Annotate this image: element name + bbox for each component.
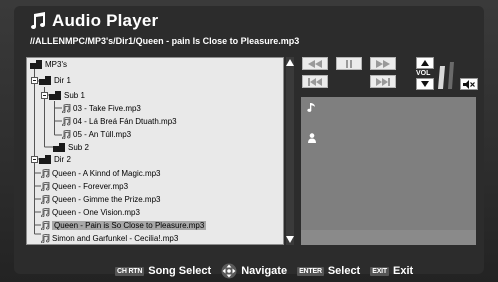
tree-item-label: Queen - Forever.mp3 <box>52 182 129 191</box>
pause-button[interactable] <box>336 57 362 70</box>
next-track-icon <box>376 77 390 86</box>
folder-icon <box>39 76 51 85</box>
tree-item-label: Queen - Gimme the Prize.mp3 <box>52 195 161 204</box>
file-tree-panel: MP3's Dir 1 Sub 1 03 - Take Five.mp3 04 … <box>26 57 284 245</box>
rewind-button[interactable] <box>302 57 328 70</box>
tree-song[interactable]: Queen - Gimme the Prize.mp3 <box>41 193 160 206</box>
ch-rtn-key-badge: CH RTN <box>115 266 145 276</box>
next-track-button[interactable] <box>370 75 396 88</box>
exit-hint: Exit <box>393 265 414 277</box>
tree-song[interactable]: Queen - One Vision.mp3 <box>41 206 140 219</box>
collapse-icon[interactable] <box>31 156 38 163</box>
track-info-panel <box>301 97 476 245</box>
tree-file[interactable]: 04 - Lá Breá Fán Dtuath.mp3 <box>62 115 177 128</box>
exit-key-badge: EXIT <box>370 266 389 276</box>
collapse-icon[interactable] <box>41 92 48 99</box>
tree-song-selected[interactable]: Queen - Pain is So Close to Pleasure.mp3 <box>41 219 207 232</box>
tree-item-dir1[interactable]: Dir 1 <box>31 74 71 87</box>
collapse-icon[interactable] <box>31 77 38 84</box>
previous-track-button[interactable] <box>302 75 328 88</box>
volume-down-button[interactable] <box>416 78 434 90</box>
tree-item-label: Queen - One Vision.mp3 <box>52 208 140 217</box>
volume-up-button[interactable] <box>416 57 434 69</box>
folder-icon <box>30 60 42 69</box>
music-note-icon <box>31 12 45 29</box>
tree-item-label: 03 - Take Five.mp3 <box>73 104 141 113</box>
select-hint: Select <box>327 265 361 277</box>
tree-file[interactable]: 05 - An Túll.mp3 <box>62 128 131 141</box>
folder-icon <box>49 91 61 100</box>
tree-item-label: MP3's <box>45 60 67 69</box>
enter-key-badge: ENTER <box>297 266 324 276</box>
volume-up-icon <box>421 60 429 66</box>
tree-file[interactable]: 03 - Take Five.mp3 <box>62 102 141 115</box>
tree-item-sub1[interactable]: Sub 1 <box>41 89 85 102</box>
music-note-icon <box>41 234 50 243</box>
music-note-icon <box>41 182 50 191</box>
tree-item-label: Sub 2 <box>68 143 89 152</box>
tree-scrollbar[interactable] <box>286 57 294 245</box>
tree-item-label: 04 - Lá Breá Fán Dtuath.mp3 <box>73 117 177 126</box>
tree-song[interactable]: Queen - Forever.mp3 <box>41 180 128 193</box>
pause-icon <box>346 59 352 68</box>
music-note-icon <box>41 195 50 204</box>
track-info-area <box>301 97 476 230</box>
song-select-hint: Song Select <box>148 265 212 277</box>
music-note-icon <box>62 104 71 113</box>
tree-item-label: Sub 1 <box>64 91 85 100</box>
navigation-pad-icon <box>221 263 237 279</box>
fast-forward-button[interactable] <box>370 57 396 70</box>
app-title: Audio Player <box>52 11 159 30</box>
previous-track-icon <box>308 77 322 86</box>
music-note-icon <box>62 117 71 126</box>
music-note-icon <box>62 130 71 139</box>
folder-icon <box>53 143 65 152</box>
music-note-icon <box>41 208 50 217</box>
mute-button[interactable] <box>460 78 478 90</box>
song-note-icon <box>307 103 315 112</box>
folder-icon <box>39 155 51 164</box>
tree-item-label: Queen - A Kinnd of Magic.mp3 <box>52 169 161 178</box>
artist-person-icon <box>308 133 316 143</box>
volume-level-indicator <box>438 62 454 89</box>
music-note-icon <box>41 221 50 230</box>
tree-song[interactable]: Queen - A Kinnd of Magic.mp3 <box>41 167 161 180</box>
tree-item-label: Dir 1 <box>54 76 71 85</box>
tree-item-label: Queen - Pain is So Close to Pleasure.mp3 <box>52 221 207 230</box>
rewind-icon <box>308 59 322 68</box>
music-note-icon <box>41 169 50 178</box>
fast-forward-icon <box>376 59 390 68</box>
current-file-path: //ALLENMPC/MP3's/Dir1/Queen - pain Is Cl… <box>30 36 300 46</box>
tree-song[interactable]: Simon and Garfunkel - Cecilia!.mp3 <box>41 232 178 245</box>
screen-background: Audio Player //ALLENMPC/MP3's/Dir1/Queen… <box>0 0 498 282</box>
volume-down-icon <box>421 81 429 87</box>
tree-item-label: 05 - An Túll.mp3 <box>73 130 132 139</box>
tree-item-label: Dir 2 <box>54 155 71 164</box>
app-header: Audio Player <box>30 10 158 32</box>
navigate-hint: Navigate <box>241 265 288 277</box>
scroll-down-arrow-icon[interactable] <box>286 236 294 243</box>
tree-item-label: Simon and Garfunkel - Cecilia!.mp3 <box>52 234 179 243</box>
tree-item-dir2[interactable]: Dir 2 <box>31 153 71 166</box>
bottom-help-bar: CH RTN Song Select Navigate ENTER Select… <box>0 262 498 280</box>
scroll-up-arrow-icon[interactable] <box>286 59 294 66</box>
volume-label: VOL <box>416 70 431 77</box>
mute-icon <box>463 79 475 89</box>
tree-item-root[interactable]: MP3's <box>30 58 67 71</box>
